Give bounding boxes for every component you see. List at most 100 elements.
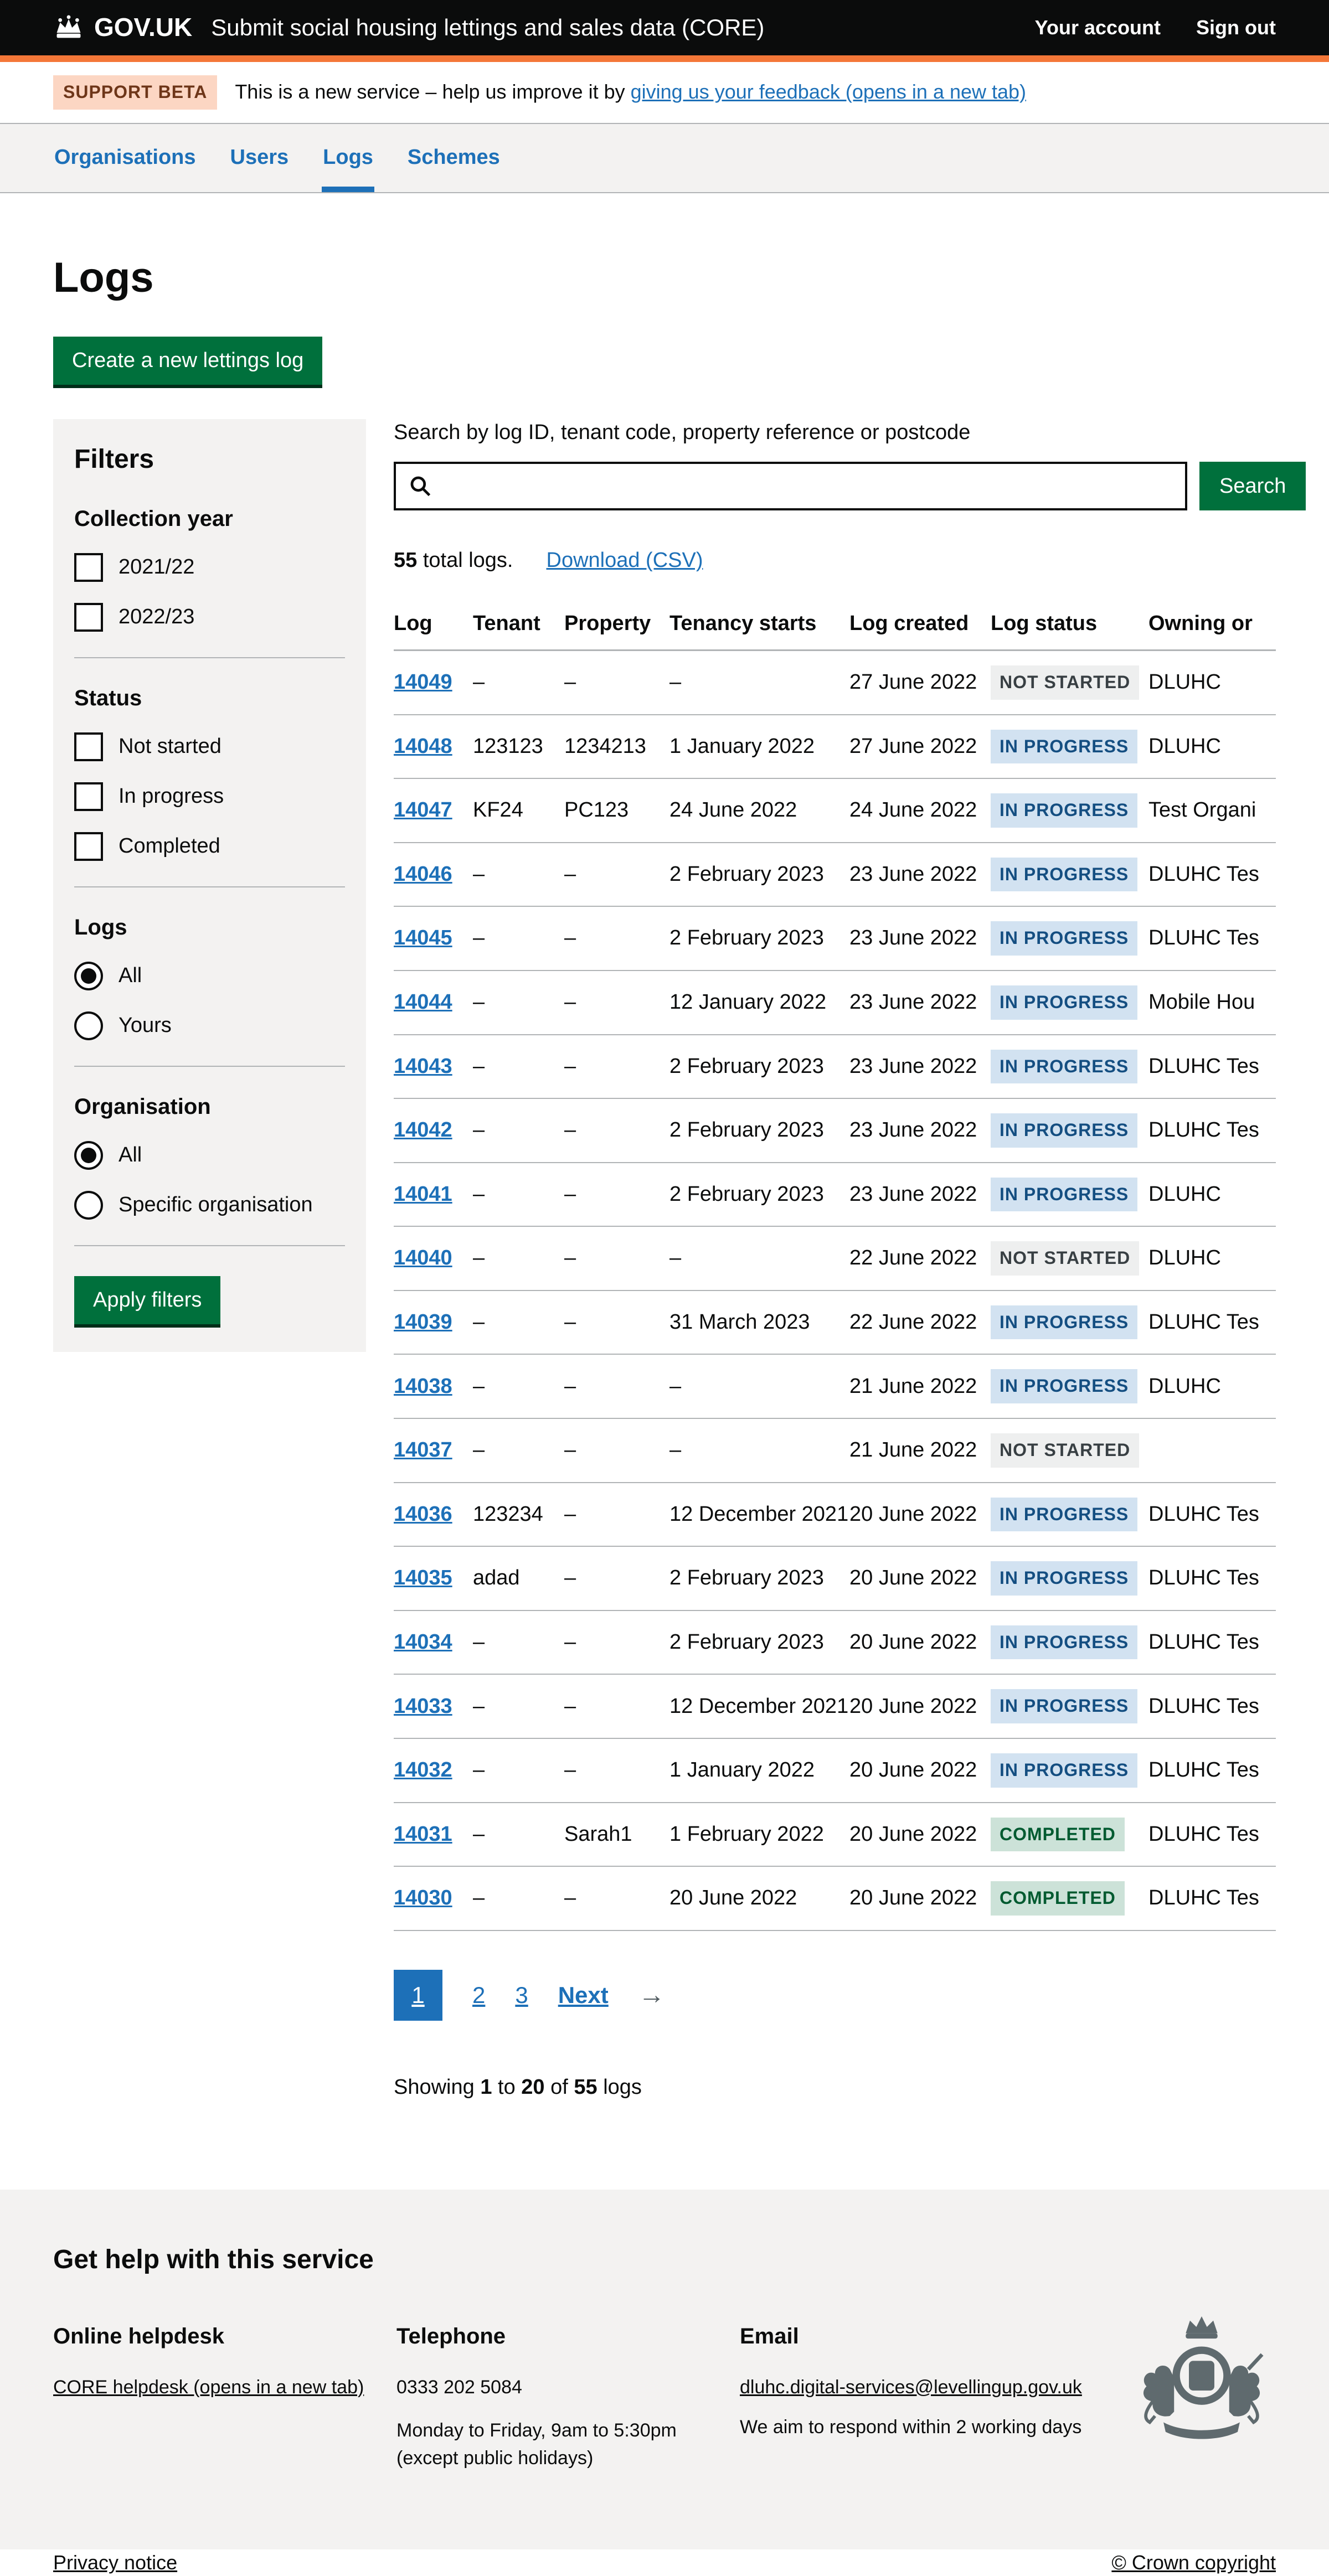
cell-log: 14048 xyxy=(394,733,473,760)
log-link-14040[interactable]: 14040 xyxy=(394,1246,452,1269)
cell-log: 14046 xyxy=(394,861,473,888)
privacy-notice-link[interactable]: Privacy notice xyxy=(53,2550,177,2576)
log-link-14044[interactable]: 14044 xyxy=(394,990,452,1014)
cell-tenant: – xyxy=(473,1373,564,1400)
feedback-link[interactable]: giving us your feedback (opens in a new … xyxy=(631,80,1026,103)
footer-col-telephone: Telephone 0333 202 5084 Monday to Friday… xyxy=(396,2322,740,2480)
nav-tab-schemes[interactable]: Schemes xyxy=(406,144,501,192)
cell-log-status: IN PROGRESS xyxy=(991,921,1148,956)
search-button[interactable]: Search xyxy=(1199,462,1306,510)
log-link-14031[interactable]: 14031 xyxy=(394,1823,452,1846)
cell-property: PC123 xyxy=(564,797,669,824)
cell-owning-organisation: DLUHC xyxy=(1148,669,1329,696)
radio-specific-organisation[interactable] xyxy=(74,1191,103,1220)
log-link-14047[interactable]: 14047 xyxy=(394,798,452,822)
cell-log-created: 23 June 2022 xyxy=(849,1117,991,1144)
log-link-14049[interactable]: 14049 xyxy=(394,670,452,694)
table-row: 14040–––22 June 2022NOT STARTEDDLUHC xyxy=(394,1227,1276,1291)
log-link-14037[interactable]: 14037 xyxy=(394,1438,452,1462)
cell-owning-organisation: DLUHC Tes xyxy=(1148,1821,1329,1848)
cell-log: 14039 xyxy=(394,1309,473,1336)
status-badge: IN PROGRESS xyxy=(991,1369,1137,1403)
filter-option-in-progress[interactable]: In progress xyxy=(74,782,345,811)
filter-option-all[interactable]: All xyxy=(74,1141,345,1170)
email-link[interactable]: dluhc.digital-services@levellingup.gov.u… xyxy=(740,2377,1082,2398)
govuk-logo[interactable]: GOV.UK xyxy=(53,11,192,44)
cell-log-status: IN PROGRESS xyxy=(991,1689,1148,1723)
download-csv-link[interactable]: Download (CSV) xyxy=(547,547,703,574)
cell-log-status: NOT STARTED xyxy=(991,1241,1148,1276)
status-badge: COMPLETED xyxy=(991,1881,1125,1916)
filter-option-yours[interactable]: Yours xyxy=(74,1011,345,1040)
filter-option-not-started[interactable]: Not started xyxy=(74,732,345,761)
cell-log-created: 23 June 2022 xyxy=(849,1181,991,1208)
pagination-page-3[interactable]: 3 xyxy=(515,1980,528,2011)
cell-property: – xyxy=(564,1501,669,1528)
log-link-14032[interactable]: 14032 xyxy=(394,1758,452,1782)
cell-tenant: – xyxy=(473,1053,564,1080)
filter-divider xyxy=(74,886,345,887)
telephone-holidays: (except public holidays) xyxy=(396,2446,740,2470)
checkbox-2022-23[interactable] xyxy=(74,603,103,632)
sign-out-link[interactable]: Sign out xyxy=(1196,15,1276,41)
crown-copyright-link[interactable]: © Crown copyright xyxy=(1111,2550,1276,2576)
cell-log-created: 24 June 2022 xyxy=(849,797,991,824)
radio-all[interactable] xyxy=(74,1141,103,1170)
log-link-14033[interactable]: 14033 xyxy=(394,1695,452,1718)
filter-group-logs: LogsAllYours xyxy=(74,913,345,1040)
cell-log: 14041 xyxy=(394,1181,473,1208)
radio-yours[interactable] xyxy=(74,1011,103,1040)
table-row: 14042––2 February 202323 June 2022IN PRO… xyxy=(394,1099,1276,1163)
log-link-14039[interactable]: 14039 xyxy=(394,1310,452,1334)
column-header-property: Property xyxy=(564,610,669,637)
filter-option-label: In progress xyxy=(119,783,224,810)
cell-property: – xyxy=(564,989,669,1016)
checkbox-completed[interactable] xyxy=(74,832,103,861)
checkbox-not-started[interactable] xyxy=(74,732,103,761)
status-badge: IN PROGRESS xyxy=(991,1625,1137,1660)
filter-option-2021-22[interactable]: 2021/22 xyxy=(74,553,345,582)
column-header-tenancy-starts: Tenancy starts xyxy=(669,610,849,637)
your-account-link[interactable]: Your account xyxy=(1035,15,1161,41)
online-helpdesk-heading: Online helpdesk xyxy=(53,2322,396,2351)
log-link-14036[interactable]: 14036 xyxy=(394,1503,452,1526)
create-lettings-log-button[interactable]: Create a new lettings log xyxy=(53,337,322,385)
nav-tab-users[interactable]: Users xyxy=(229,144,290,192)
footer-heading: Get help with this service xyxy=(53,2243,1276,2277)
log-link-14042[interactable]: 14042 xyxy=(394,1118,452,1142)
filter-option-label: All xyxy=(119,1142,142,1169)
log-link-14045[interactable]: 14045 xyxy=(394,926,452,949)
cell-log-status: IN PROGRESS xyxy=(991,1178,1148,1212)
core-helpdesk-link[interactable]: CORE helpdesk (opens in a new tab) xyxy=(53,2377,364,2398)
filter-option-all[interactable]: All xyxy=(74,962,345,990)
log-link-14034[interactable]: 14034 xyxy=(394,1630,452,1654)
checkbox-in-progress[interactable] xyxy=(74,782,103,811)
service-name[interactable]: Submit social housing lettings and sales… xyxy=(211,13,764,43)
nav-tab-organisations[interactable]: Organisations xyxy=(53,144,197,192)
nav-tab-logs[interactable]: Logs xyxy=(322,144,374,192)
log-link-14035[interactable]: 14035 xyxy=(394,1566,452,1589)
search-input[interactable] xyxy=(394,462,1187,510)
log-link-14038[interactable]: 14038 xyxy=(394,1375,452,1398)
checkbox-2021-22[interactable] xyxy=(74,553,103,582)
pagination-current-page[interactable]: 1 xyxy=(394,1970,442,2021)
cell-log-created: 23 June 2022 xyxy=(849,1053,991,1080)
showing-summary: Showing 1 to 20 of 55 logs xyxy=(394,2074,1276,2101)
filter-option-2022-23[interactable]: 2022/23 xyxy=(74,603,345,632)
cell-tenant: – xyxy=(473,1885,564,1912)
footer: Get help with this service Online helpde… xyxy=(0,2190,1329,2549)
pagination-next-link[interactable]: Next xyxy=(558,1980,609,2011)
log-link-14043[interactable]: 14043 xyxy=(394,1055,452,1078)
filter-option-specific-organisation[interactable]: Specific organisation xyxy=(74,1191,345,1220)
log-link-14046[interactable]: 14046 xyxy=(394,863,452,886)
phase-banner-text: This is a new service – help us improve … xyxy=(235,79,1026,105)
log-link-14030[interactable]: 14030 xyxy=(394,1886,452,1909)
log-link-14048[interactable]: 14048 xyxy=(394,735,452,758)
log-link-14041[interactable]: 14041 xyxy=(394,1183,452,1206)
radio-all[interactable] xyxy=(74,962,103,990)
pagination-page-2[interactable]: 2 xyxy=(472,1980,485,2011)
cell-owning-organisation: DLUHC Tes xyxy=(1148,861,1329,888)
primary-nav-bar: Organisations Users Logs Schemes xyxy=(0,124,1329,193)
apply-filters-button[interactable]: Apply filters xyxy=(74,1276,220,1324)
filter-option-completed[interactable]: Completed xyxy=(74,832,345,861)
